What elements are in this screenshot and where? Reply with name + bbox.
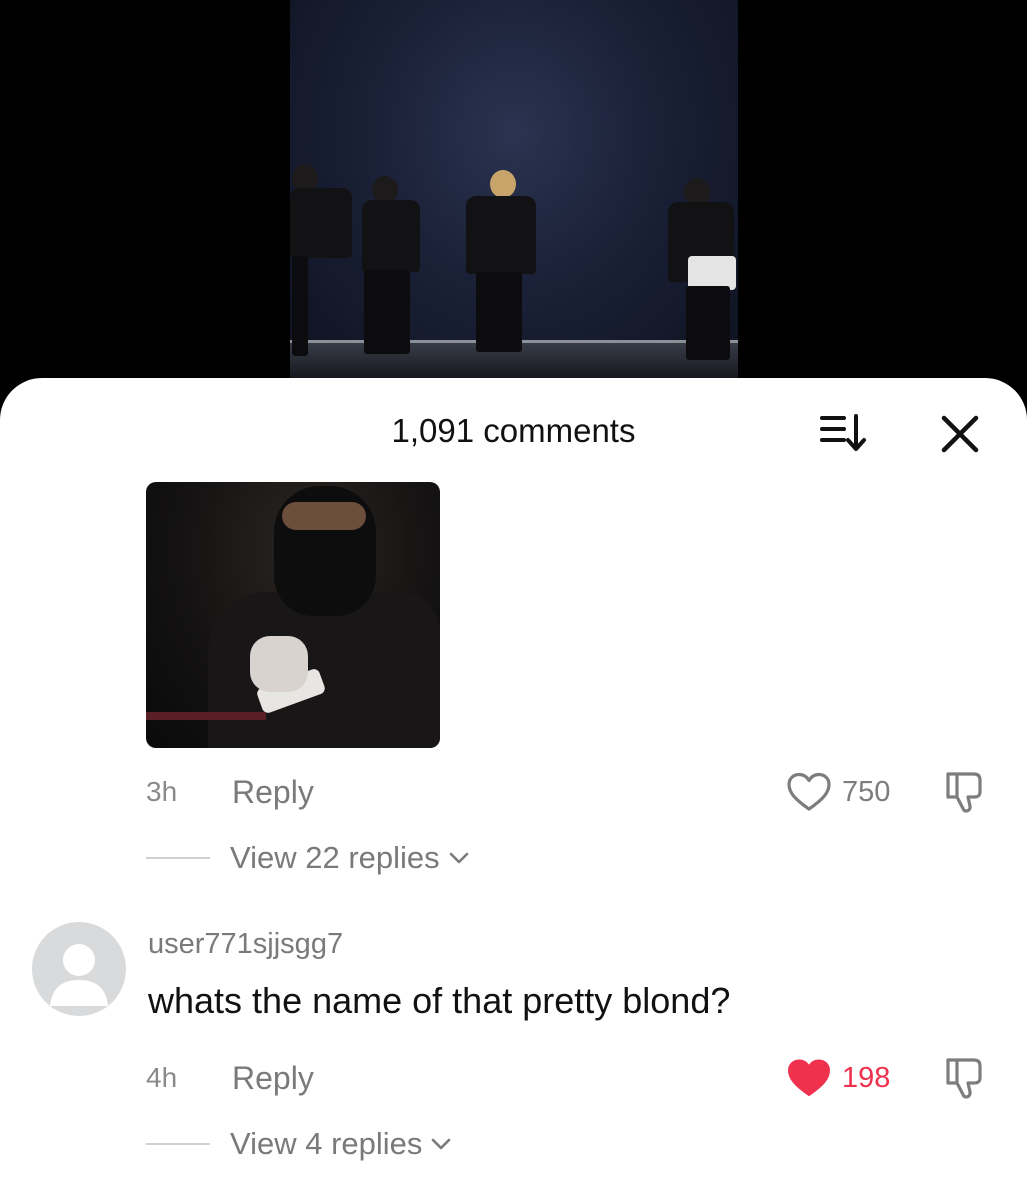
chevron-down-icon (432, 1138, 451, 1150)
comment-time: 3h (146, 776, 178, 807)
like-count: 198 (842, 1061, 891, 1094)
close-icon[interactable] (938, 412, 982, 456)
view-replies-label: View 4 replies (230, 1126, 423, 1161)
like-button[interactable]: 198 (786, 1058, 890, 1098)
reply-button[interactable]: Reply (232, 774, 314, 811)
heart-icon (787, 772, 831, 811)
comment-1-meta: 3h Reply (146, 772, 314, 812)
comment-username[interactable]: user771sjjsgg7 (148, 928, 343, 961)
view-replies-label: View 22 replies (230, 840, 440, 875)
comment-text: whats the name of that pretty blond? (148, 980, 731, 1021)
default-avatar-icon[interactable] (32, 922, 126, 1016)
comments-sheet: 1,091 comments 3h Reply 750 View 22 repl… (0, 378, 1027, 1200)
comments-count-title: 1,091 comments (391, 412, 636, 449)
thread-line (146, 1143, 210, 1145)
comment-2-meta: 4h Reply (146, 1058, 314, 1098)
comment-time: 4h (146, 1062, 178, 1093)
video-player[interactable] (290, 0, 738, 380)
reply-button[interactable]: Reply (232, 1060, 314, 1097)
thread-line (146, 857, 210, 859)
like-button[interactable]: 750 (786, 772, 890, 812)
comment-sticker-image[interactable] (146, 482, 440, 748)
view-replies-button[interactable]: View 22 replies (146, 838, 470, 878)
view-replies-button[interactable]: View 4 replies (146, 1124, 452, 1164)
sort-icon[interactable] (820, 412, 870, 454)
chevron-down-icon (449, 852, 468, 864)
like-count: 750 (842, 775, 891, 808)
dislike-icon[interactable] (940, 1056, 988, 1100)
dislike-icon[interactable] (940, 770, 988, 814)
heart-icon (788, 1059, 830, 1096)
